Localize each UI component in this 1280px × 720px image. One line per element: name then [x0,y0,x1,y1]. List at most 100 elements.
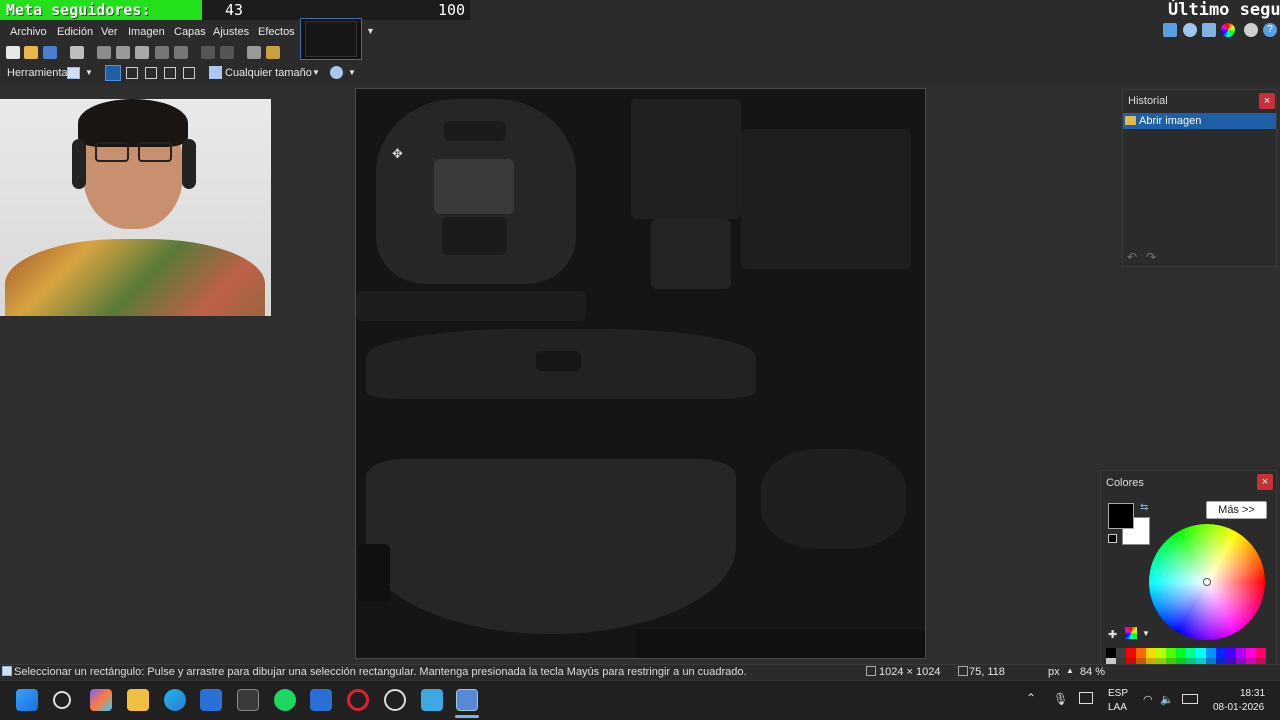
history-item-label: Abrir imagen [1139,115,1202,127]
palette-swatch[interactable] [1106,648,1116,658]
copilot-icon[interactable] [90,689,112,711]
palette-swatch[interactable] [1136,648,1146,658]
image-canvas[interactable] [355,88,926,659]
copy-icon[interactable] [116,46,130,59]
store-icon[interactable] [200,689,222,711]
obs-icon[interactable] [384,689,406,711]
redo-icon[interactable] [220,46,234,59]
menu-ver[interactable]: Ver [101,26,118,38]
more-colors-button[interactable]: Más >> [1206,501,1267,519]
reset-colors-icon[interactable] [1108,534,1117,543]
clock-date[interactable]: 08-01-2026 [1213,702,1264,713]
selection-mode-exclude-icon[interactable] [145,67,157,79]
palette-swatch[interactable] [1246,648,1256,658]
antialias-arrow-icon[interactable]: ▼ [348,68,356,77]
palette-menu-arrow-icon[interactable]: ▼ [1142,629,1150,638]
crop-icon[interactable] [155,46,169,59]
antialias-icon[interactable] [330,66,343,79]
colors-icon[interactable] [1221,23,1235,37]
ruler-icon[interactable] [266,46,280,59]
menu-imagen[interactable]: Imagen [128,26,165,38]
size-mode-arrow-icon[interactable]: ▼ [312,68,320,77]
palette-swatch[interactable] [1146,648,1156,658]
opera-icon[interactable] [347,689,369,711]
image-size-icon [866,666,876,676]
palette-swatch[interactable] [1186,648,1196,658]
clock-time[interactable]: 18:31 [1240,688,1265,699]
palette-swatch[interactable] [1176,648,1186,658]
palette-swatch[interactable] [1226,648,1236,658]
palette-swatch[interactable] [1206,648,1216,658]
history-item-open-image[interactable]: Abrir imagen [1123,113,1276,129]
volume-icon[interactable]: 🔈 [1160,693,1174,706]
spotify-icon[interactable] [274,689,296,711]
menu-capas[interactable]: Capas [174,26,206,38]
colors-close-button[interactable]: × [1257,474,1273,490]
grid-icon[interactable] [247,46,261,59]
deselect-icon[interactable] [174,46,188,59]
size-mode-select[interactable]: Cualquier tamaño [225,67,312,79]
layers-icon[interactable] [1202,23,1216,37]
show-hidden-icons-icon[interactable]: ⌃ [1026,691,1036,705]
edge-icon[interactable] [164,689,186,711]
color-wheel-picker[interactable] [1203,578,1211,586]
app-folder-icon[interactable] [421,689,443,711]
undo-icon[interactable] [201,46,215,59]
save-icon[interactable] [43,46,57,59]
palette-swatch[interactable] [1196,648,1206,658]
history-close-button[interactable]: × [1259,93,1275,109]
open-file-icon[interactable] [24,46,38,59]
language-indicator[interactable]: ESP [1108,688,1128,699]
history-redo-icon[interactable]: ↷ [1146,250,1156,264]
paste-icon[interactable] [135,46,149,59]
search-icon[interactable] [53,691,71,709]
menu-archivo[interactable]: Archivo [10,26,47,38]
unit-arrow-icon[interactable]: ▲ [1066,666,1074,675]
wifi-icon[interactable]: ◠ [1143,693,1153,706]
follower-goal-current: 43 [225,1,244,19]
add-color-icon[interactable]: ✚ [1108,628,1117,641]
language-sub-indicator[interactable]: LAA [1108,702,1127,713]
selection-mode-replace-icon[interactable] [105,65,121,81]
tab-list-arrow-icon[interactable]: ▼ [366,26,375,36]
tool-dropdown-arrow-icon[interactable]: ▼ [85,68,93,77]
active-app-indicator [455,715,479,718]
palette-swatch[interactable] [1236,648,1246,658]
zoom-level[interactable]: 84 % [1080,666,1105,678]
palette-swatch[interactable] [1166,648,1176,658]
file-explorer-icon[interactable] [127,689,149,711]
palette-swatch[interactable] [1156,648,1166,658]
rect-select-tool-icon[interactable] [67,67,80,79]
selection-mode-invert-icon[interactable] [183,67,195,79]
menu-edicion[interactable]: Edición [57,26,93,38]
gear-icon[interactable] [1244,23,1258,37]
selection-mode-intersect-icon[interactable] [164,67,176,79]
primary-color-swatch[interactable] [1108,503,1134,529]
swap-colors-icon[interactable]: ⇆ [1140,502,1148,513]
palette-swatch[interactable] [1216,648,1226,658]
palette-icon[interactable] [1125,627,1137,639]
cut-icon[interactable] [97,46,111,59]
tools-icon[interactable] [1163,23,1177,37]
print-icon[interactable] [70,46,84,59]
history-icon[interactable] [1183,23,1197,37]
menu-ajustes[interactable]: Ajustes [213,26,249,38]
menu-efectos[interactable]: Efectos [258,26,295,38]
selection-mode-union-icon[interactable] [126,67,138,79]
cursor-position-icon [958,666,968,676]
palette-swatch[interactable] [1126,648,1136,658]
help-icon[interactable]: ? [1263,23,1277,37]
palette-swatch[interactable] [1116,648,1126,658]
new-file-icon[interactable] [6,46,20,59]
paintdotnet-icon[interactable] [456,689,478,711]
microphone-icon[interactable]: 🎙 [1053,692,1068,706]
app-icon[interactable] [237,689,259,711]
paint-app-icon[interactable] [310,689,332,711]
palette-swatch[interactable] [1256,648,1266,658]
image-thumbnail-tab[interactable] [300,18,362,60]
unit-select[interactable]: px [1048,666,1060,678]
screen-icon[interactable] [1079,692,1093,704]
battery-icon[interactable] [1182,694,1198,704]
start-icon[interactable] [16,689,38,711]
history-undo-icon[interactable]: ↶ [1127,250,1137,264]
